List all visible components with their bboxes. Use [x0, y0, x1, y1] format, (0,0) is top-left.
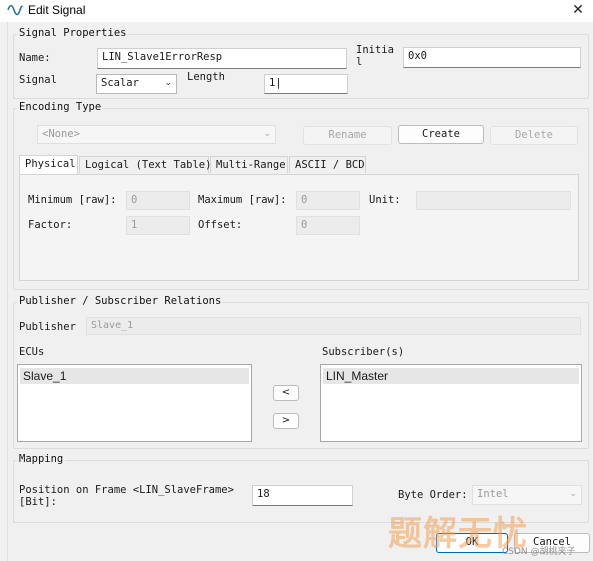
tab-logical-text-table[interactable]: Logical (Text Table)	[79, 156, 211, 173]
mapping-title: Mapping	[17, 453, 66, 465]
subscribers-listbox[interactable]: LIN_Master	[320, 364, 582, 442]
ecus-listbox[interactable]: Slave_1	[17, 364, 252, 442]
offset-field[interactable]: 0	[296, 216, 360, 235]
byte-order-label: Byte Order:	[398, 489, 468, 501]
background-window-strip	[0, 22, 8, 561]
window-title: Edit Signal	[28, 3, 86, 17]
offset-label: Offset:	[198, 219, 243, 231]
publisher-field[interactable]: Slave_1	[86, 317, 581, 335]
chevron-down-icon: ⌄	[263, 129, 271, 139]
unit-field[interactable]	[416, 191, 571, 210]
initial-value-field[interactable]: 0x0	[403, 47, 581, 68]
subscribers-label: Subscriber(s)	[322, 346, 405, 358]
position-label-line2: [Bit]:	[19, 496, 57, 508]
length-field[interactable]: 1|	[264, 74, 348, 94]
signal-label: Signal	[19, 74, 57, 86]
initial-label-line1: Initia	[356, 44, 394, 56]
minimum-field[interactable]: 0	[126, 191, 190, 210]
factor-label: Factor:	[28, 219, 73, 231]
tab-physical[interactable]: Physical	[19, 155, 78, 174]
encoding-type-select[interactable]: <None> ⌄	[37, 125, 276, 144]
minimum-label: Minimum [raw]:	[28, 194, 117, 206]
name-field[interactable]: LIN_Slave1ErrorResp	[97, 48, 347, 69]
byte-order-select[interactable]: Intel ⌄	[472, 485, 582, 505]
create-button[interactable]: Create	[398, 125, 484, 144]
chevron-down-icon: ⌄	[569, 489, 577, 499]
encoding-type-title: Encoding Type	[17, 101, 104, 113]
position-label-line1: Position on Frame <LIN_SlaveFrame>	[19, 484, 234, 496]
sine-wave-icon	[7, 4, 23, 19]
tab-multi-range[interactable]: Multi-Range	[210, 156, 288, 173]
maximum-label: Maximum [raw]:	[198, 194, 287, 206]
tab-ascii-bcd[interactable]: ASCII / BCD	[289, 156, 366, 173]
watermark-credit: CSDN @胡桃夹子	[502, 547, 576, 557]
maximum-field[interactable]: 0	[296, 191, 360, 210]
relations-title: Publisher / Subscriber Relations	[17, 295, 224, 307]
rename-button[interactable]: Rename	[303, 126, 392, 145]
ecus-label: ECUs	[19, 346, 45, 358]
signal-type-select[interactable]: Scalar ⌄	[96, 74, 177, 94]
factor-field[interactable]: 1	[126, 216, 190, 235]
delete-button[interactable]: Delete	[490, 126, 578, 145]
position-field[interactable]: 18	[252, 485, 353, 506]
edit-signal-dialog: Edit Signal ✕ Signal Properties Name: LI…	[0, 0, 593, 561]
encoding-type-value: <None>	[42, 128, 80, 140]
signal-type-value: Scalar	[101, 77, 139, 89]
initial-label-line2: l	[356, 56, 363, 68]
title-bar: Edit Signal ✕	[0, 0, 593, 22]
length-label: Length	[187, 71, 225, 83]
move-right-button[interactable]: >	[273, 413, 299, 429]
signal-properties-title: Signal Properties	[17, 27, 129, 39]
list-item[interactable]: LIN_Master	[323, 368, 579, 384]
byte-order-value: Intel	[477, 488, 509, 500]
chevron-down-icon: ⌄	[164, 78, 172, 88]
list-item[interactable]: Slave_1	[20, 368, 249, 384]
publisher-label: Publisher	[19, 321, 76, 333]
name-label: Name:	[19, 52, 51, 64]
move-left-button[interactable]: <	[273, 385, 299, 401]
close-icon[interactable]: ✕	[567, 0, 589, 20]
unit-label: Unit:	[369, 194, 401, 206]
